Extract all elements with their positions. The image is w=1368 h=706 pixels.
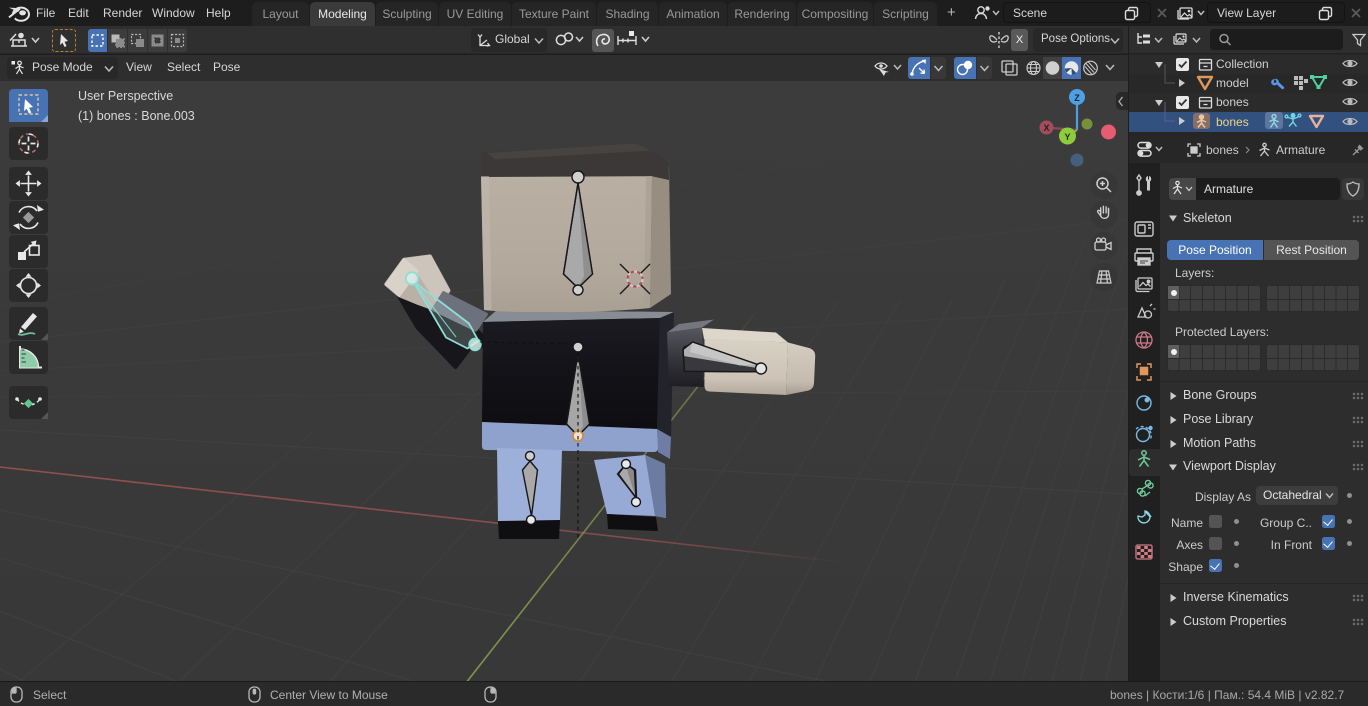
svg-text:Z: Z <box>1074 93 1080 103</box>
svg-text:X: X <box>1043 123 1049 133</box>
svg-text:Y: Y <box>1064 132 1070 142</box>
